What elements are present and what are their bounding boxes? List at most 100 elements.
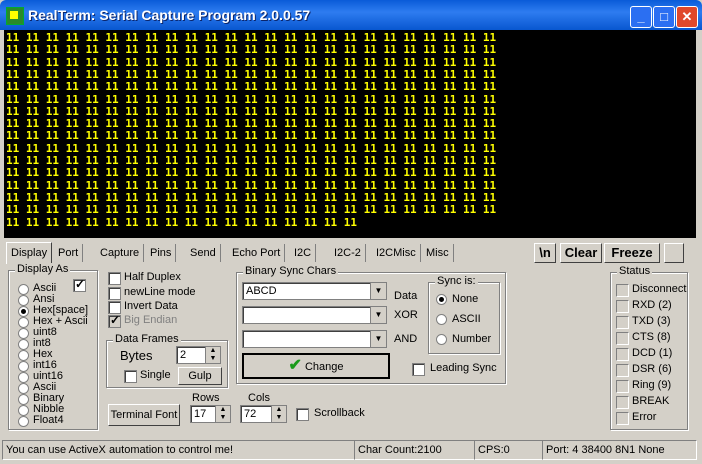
status-led [616, 348, 629, 361]
extra-button[interactable] [664, 243, 684, 263]
scrollback-label: Scrollback [314, 407, 365, 419]
display-as-radio[interactable] [18, 405, 29, 416]
terminal-line: 11 11 11 11 11 11 11 11 11 11 11 11 11 1… [6, 203, 497, 217]
bytes-spinner[interactable]: ▲ ▼ [205, 347, 220, 363]
tab-port[interactable]: Port [54, 244, 84, 262]
display-as-radio[interactable] [18, 361, 29, 372]
display-as-radio[interactable] [18, 339, 29, 350]
big-endian-checkbox[interactable] [108, 313, 121, 328]
display-as-radio[interactable] [18, 383, 29, 394]
close-button[interactable]: ✕ [676, 6, 698, 28]
rows-input[interactable]: 17 ▲ ▼ [190, 405, 231, 423]
sync-xor-input[interactable]: ▼ [242, 306, 387, 324]
xor-label: XOR [394, 309, 418, 321]
display-as-option-label: Float4 [33, 414, 64, 426]
status-item-label: Disconnect [632, 283, 687, 295]
terminal-line: 11 11 11 11 11 11 11 11 11 11 11 11 11 1… [6, 178, 497, 192]
display-as-radio[interactable] [18, 317, 29, 328]
terminal-line: 11 11 11 11 11 11 11 11 11 11 11 11 11 1… [6, 67, 497, 81]
tab-misc[interactable]: Misc [422, 244, 454, 262]
terminal-line: 11 11 11 11 11 11 11 11 11 11 11 11 11 1… [6, 190, 497, 204]
scrollback-checkbox[interactable] [296, 408, 309, 421]
tab-send[interactable]: Send [186, 244, 221, 262]
terminal-display[interactable]: 11 11 11 11 11 11 11 11 11 11 11 11 11 1… [4, 30, 696, 238]
terminal-line: 11 11 11 11 11 11 11 11 11 11 11 11 11 1… [6, 31, 497, 44]
sync-data-dropdown-icon[interactable]: ▼ [370, 283, 386, 299]
checkmark-icon: ✔ [288, 357, 302, 374]
tab-echo-port[interactable]: Echo Port [228, 244, 286, 262]
cols-label: Cols [248, 392, 271, 404]
single-checkbox[interactable] [124, 370, 137, 383]
sync-none-label: None [452, 293, 479, 305]
display-as-radio[interactable] [18, 350, 29, 361]
rows-spinner[interactable]: ▲ ▼ [215, 406, 230, 422]
display-as-radio[interactable] [18, 306, 29, 317]
tab-pins[interactable]: Pins [146, 244, 177, 262]
terminal-line: 11 11 11 11 11 11 11 11 11 11 11 11 11 1… [6, 80, 497, 94]
status-item-label: BREAK [632, 395, 670, 407]
status-item-label: RXD (2) [632, 299, 672, 311]
cols-spinner[interactable]: ▲ ▼ [271, 406, 286, 422]
display-as-radio[interactable] [18, 295, 29, 306]
rows-value: 17 [194, 408, 207, 420]
sync-data-input[interactable]: ABCD ▼ [242, 282, 387, 300]
tab-display[interactable]: Display [6, 242, 53, 264]
terminal-line: 11 11 11 11 11 11 11 11 11 11 11 11 11 1… [6, 43, 497, 57]
tab-i2cmisc[interactable]: I2CMisc [372, 244, 421, 262]
bytes-input[interactable]: 2 ▲ ▼ [176, 346, 221, 364]
status-item-label: CTS (8) [632, 331, 671, 343]
status-led [616, 396, 629, 409]
change-button[interactable]: ✔ Change [242, 353, 390, 379]
maximize-button[interactable]: □ [653, 6, 675, 28]
status-item-label: TXD (3) [632, 315, 671, 327]
display-as-radio[interactable] [18, 416, 29, 427]
gulp-button[interactable]: Gulp [178, 367, 222, 385]
display-as-checkbox[interactable] [73, 277, 86, 292]
sync-ascii-radio[interactable] [436, 314, 447, 325]
sync-and-input[interactable]: ▼ [242, 330, 387, 348]
tab-capture[interactable]: Capture [96, 244, 145, 262]
newline-mode-checkbox[interactable] [108, 287, 121, 300]
tab-i2c-2[interactable]: I2C-2 [330, 244, 366, 262]
terminal-line: 11 11 11 11 11 11 11 11 11 11 11 11 11 1… [6, 129, 497, 143]
minimize-button[interactable]: _ [630, 6, 652, 28]
sync-and-dropdown-icon[interactable]: ▼ [370, 331, 386, 347]
display-as-radio[interactable] [18, 328, 29, 339]
display-as-radio[interactable] [18, 284, 29, 295]
port-info: Port: 4 38400 8N1 None [542, 440, 697, 460]
status-led [616, 284, 629, 297]
tab-i2c[interactable]: I2C [290, 244, 317, 262]
terminal-font-button[interactable]: Terminal Font [108, 404, 180, 426]
data-frames-title: Data Frames [113, 333, 181, 345]
terminal-line: 11 11 11 11 11 11 11 11 11 11 11 11 11 1… [6, 117, 497, 131]
title-bar[interactable]: RealTerm: Serial Capture Program 2.0.0.5… [0, 0, 702, 30]
sync-number-label: Number [452, 333, 492, 345]
freeze-button[interactable]: Freeze [604, 243, 660, 263]
sync-number-radio[interactable] [436, 334, 447, 345]
terminal-line: 11 11 11 11 11 11 11 11 11 11 11 11 11 1… [6, 55, 497, 69]
terminal-line: 11 11 11 11 11 11 11 11 11 11 11 11 11 1… [6, 104, 497, 118]
leading-sync-label: Leading Sync [430, 362, 497, 374]
status-led [616, 380, 629, 393]
data-label: Data [394, 290, 418, 302]
status-item-label: Error [632, 411, 657, 423]
terminal-line: 11 11 11 11 11 11 11 11 11 11 11 11 11 1… [6, 154, 497, 167]
bytes-value: 2 [180, 349, 187, 361]
window-title: RealTerm: Serial Capture Program 2.0.0.5… [28, 7, 311, 23]
clear-button[interactable]: Clear [560, 243, 602, 263]
half-duplex-label: Half Duplex [124, 271, 181, 283]
half-duplex-checkbox[interactable] [108, 272, 121, 285]
display-as-radio[interactable] [18, 372, 29, 383]
sync-xor-dropdown-icon[interactable]: ▼ [370, 307, 386, 323]
display-as-radio[interactable] [18, 394, 29, 405]
status-item-label: DSR (6) [632, 363, 672, 375]
terminal-line: 11 11 11 11 11 11 11 11 11 11 11 11 11 1… [6, 166, 497, 180]
status-led [616, 316, 629, 329]
app-icon [6, 7, 24, 25]
cols-input[interactable]: 72 ▲ ▼ [240, 405, 287, 423]
sync-none-radio[interactable] [436, 294, 447, 305]
newline-button[interactable]: \n [534, 243, 556, 263]
status-led [616, 364, 629, 377]
status-message: You can use ActiveX automation to contro… [2, 440, 355, 460]
leading-sync-checkbox[interactable] [412, 363, 425, 376]
